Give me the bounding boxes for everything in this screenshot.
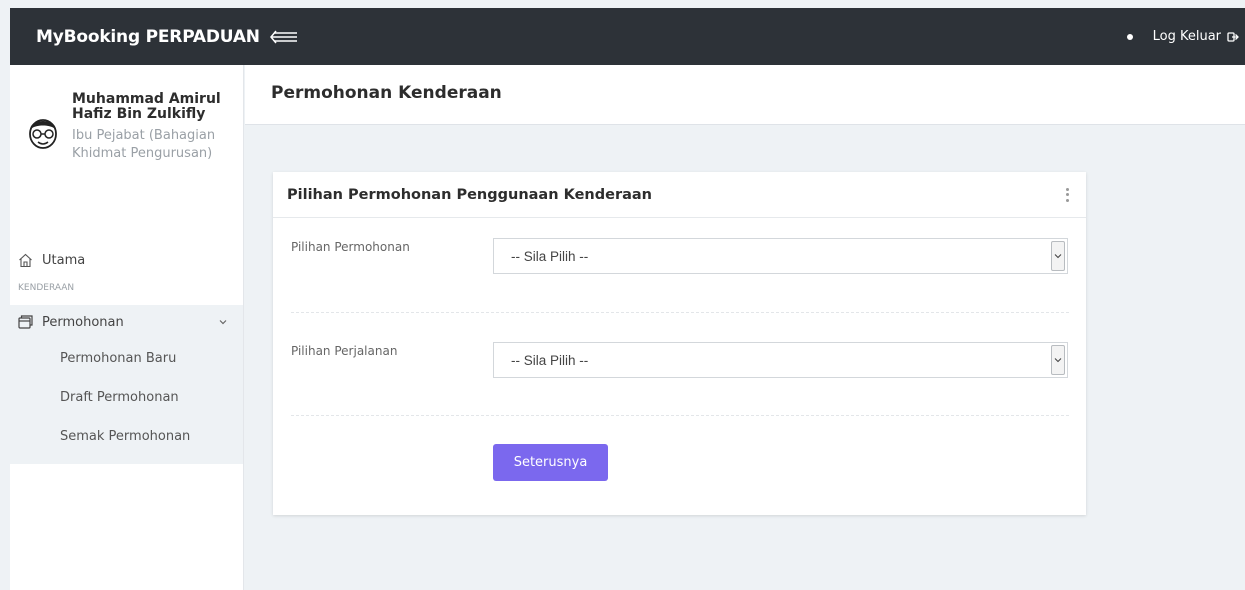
folder-icon xyxy=(18,315,33,329)
topbar-actions: Log Keluar xyxy=(1126,29,1245,44)
menu-collapse-icon[interactable] xyxy=(269,27,300,47)
select-value: -- Sila Pilih -- xyxy=(511,352,589,368)
logout-label: Log Keluar xyxy=(1152,29,1221,44)
top-navbar: MyBooking PERPADUAN Log Keluar xyxy=(10,8,1245,65)
sidebar-item-semak-permohonan[interactable]: Semak Permohonan xyxy=(10,417,243,456)
app-brand[interactable]: MyBooking PERPADUAN xyxy=(36,27,260,47)
request-form-card: Pilihan Permohonan Penggunaan Kenderaan … xyxy=(273,172,1086,515)
avatar xyxy=(29,119,57,149)
form-divider xyxy=(291,312,1069,313)
sidebar: Muhammad Amirul Hafiz Bin Zulkifly Ibu P… xyxy=(10,65,244,590)
sidebar-nav: Utama KENDERAAN Permohonan Permohonan Ba… xyxy=(10,245,243,464)
field-label: Pilihan Perjalanan xyxy=(291,344,398,358)
chevron-down-icon xyxy=(1051,345,1065,375)
sidebar-section-heading: KENDERAAN xyxy=(18,283,75,293)
sidebar-item-draft-permohonan[interactable]: Draft Permohonan xyxy=(10,378,243,417)
home-icon xyxy=(19,253,32,267)
chevron-down-icon xyxy=(1051,241,1065,271)
notification-dot-icon xyxy=(1126,33,1133,40)
perjalanan-select[interactable]: -- Sila Pilih -- xyxy=(493,342,1068,378)
sidebar-item-utama[interactable]: Utama xyxy=(10,245,243,275)
chevron-down-icon xyxy=(219,320,227,325)
sidebar-item-label: Utama xyxy=(42,252,86,268)
sidebar-item-permohonan[interactable]: Permohonan xyxy=(10,305,243,339)
sidebar-item-permohonan-baru[interactable]: Permohonan Baru xyxy=(10,339,243,378)
sidebar-group-permohonan: Permohonan Permohonan Baru Draft Permoho… xyxy=(10,305,243,464)
logout-link[interactable]: Log Keluar xyxy=(1153,29,1239,44)
select-value: -- Sila Pilih -- xyxy=(511,248,589,264)
page-header: Permohonan Kenderaan xyxy=(245,65,1245,125)
field-label: Pilihan Permohonan xyxy=(291,240,410,254)
user-profile: Muhammad Amirul Hafiz Bin Zulkifly Ibu P… xyxy=(10,65,243,163)
user-name: Muhammad Amirul Hafiz Bin Zulkifly xyxy=(72,91,221,122)
page-title: Permohonan Kenderaan xyxy=(271,83,502,103)
next-button[interactable]: Seterusnya xyxy=(493,444,608,481)
permohonan-select[interactable]: -- Sila Pilih -- xyxy=(493,238,1068,274)
card-title: Pilihan Permohonan Penggunaan Kenderaan xyxy=(287,186,652,203)
kebab-icon[interactable] xyxy=(1062,187,1072,202)
logout-icon xyxy=(1227,31,1239,42)
user-department: Ibu Pejabat (Bahagian Khidmat Pengurusan… xyxy=(72,128,216,161)
sidebar-item-label: Permohonan xyxy=(42,314,124,330)
card-header: Pilihan Permohonan Penggunaan Kenderaan xyxy=(273,172,1086,218)
form-divider xyxy=(291,415,1069,416)
